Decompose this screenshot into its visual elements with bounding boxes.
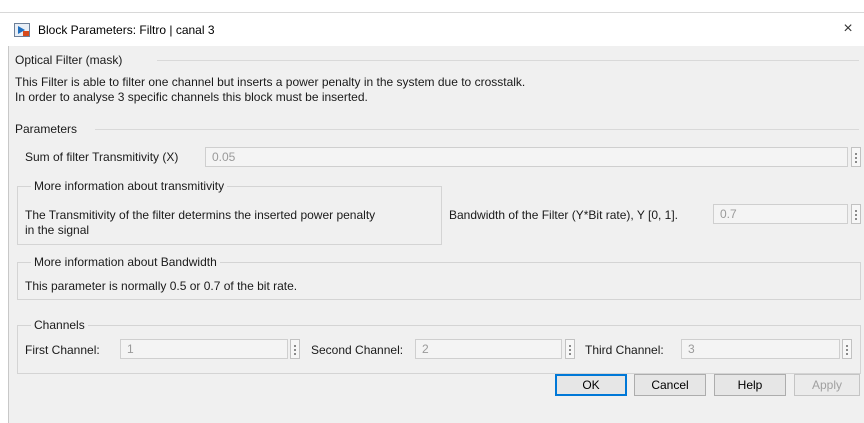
window-title: Block Parameters: Filtro | canal 3 bbox=[38, 23, 215, 37]
bandwidth-info-header: More information about Bandwidth bbox=[31, 255, 220, 269]
transmitivity-options-button[interactable] bbox=[851, 147, 861, 167]
third-channel-input[interactable] bbox=[681, 339, 840, 359]
mask-header: Optical Filter (mask) bbox=[15, 53, 123, 67]
bandwidth-info-text: This parameter is normally 0.5 or 0.7 of… bbox=[25, 279, 298, 293]
first-channel-options-button[interactable] bbox=[290, 339, 300, 359]
mask-header-divider bbox=[157, 60, 859, 61]
transmitivity-input[interactable] bbox=[205, 147, 848, 167]
ok-button[interactable]: OK bbox=[555, 374, 627, 396]
second-channel-input[interactable] bbox=[415, 339, 562, 359]
help-button[interactable]: Help bbox=[714, 374, 786, 396]
transmitivity-info-line-2: in the signal bbox=[25, 223, 90, 237]
cancel-button[interactable]: Cancel bbox=[634, 374, 706, 396]
apply-button[interactable]: Apply bbox=[794, 374, 860, 396]
bandwidth-options-button[interactable] bbox=[851, 204, 861, 224]
close-icon[interactable]: × bbox=[838, 19, 858, 39]
first-channel-label: First Channel: bbox=[25, 343, 100, 357]
parameters-header-divider bbox=[95, 129, 859, 130]
transmitivity-info-line-1: The Transmitivity of the filter determin… bbox=[25, 208, 376, 222]
third-channel-options-button[interactable] bbox=[842, 339, 852, 359]
transmitivity-label: Sum of filter Transmitivity (X) bbox=[25, 150, 179, 164]
mask-description-line-1: This Filter is able to filter one channe… bbox=[15, 75, 526, 89]
second-channel-options-button[interactable] bbox=[565, 339, 575, 359]
transmitivity-info-header: More information about transmitivity bbox=[31, 179, 228, 193]
bandwidth-label: Bandwidth of the Filter (Y*Bit rate), Y … bbox=[449, 208, 679, 222]
first-channel-input[interactable] bbox=[120, 339, 288, 359]
second-channel-label: Second Channel: bbox=[311, 343, 404, 357]
mask-description-line-2: In order to analyse 3 specific channels … bbox=[15, 90, 368, 104]
dialog-client-area: Optical Filter (mask) This Filter is abl… bbox=[8, 46, 864, 423]
third-channel-label: Third Channel: bbox=[585, 343, 664, 357]
channels-header: Channels bbox=[31, 318, 88, 332]
simulink-app-icon bbox=[14, 23, 30, 37]
title-bar: Block Parameters: Filtro | canal 3 × bbox=[0, 12, 864, 47]
bandwidth-input[interactable] bbox=[713, 204, 848, 224]
parameters-header: Parameters bbox=[15, 122, 78, 136]
